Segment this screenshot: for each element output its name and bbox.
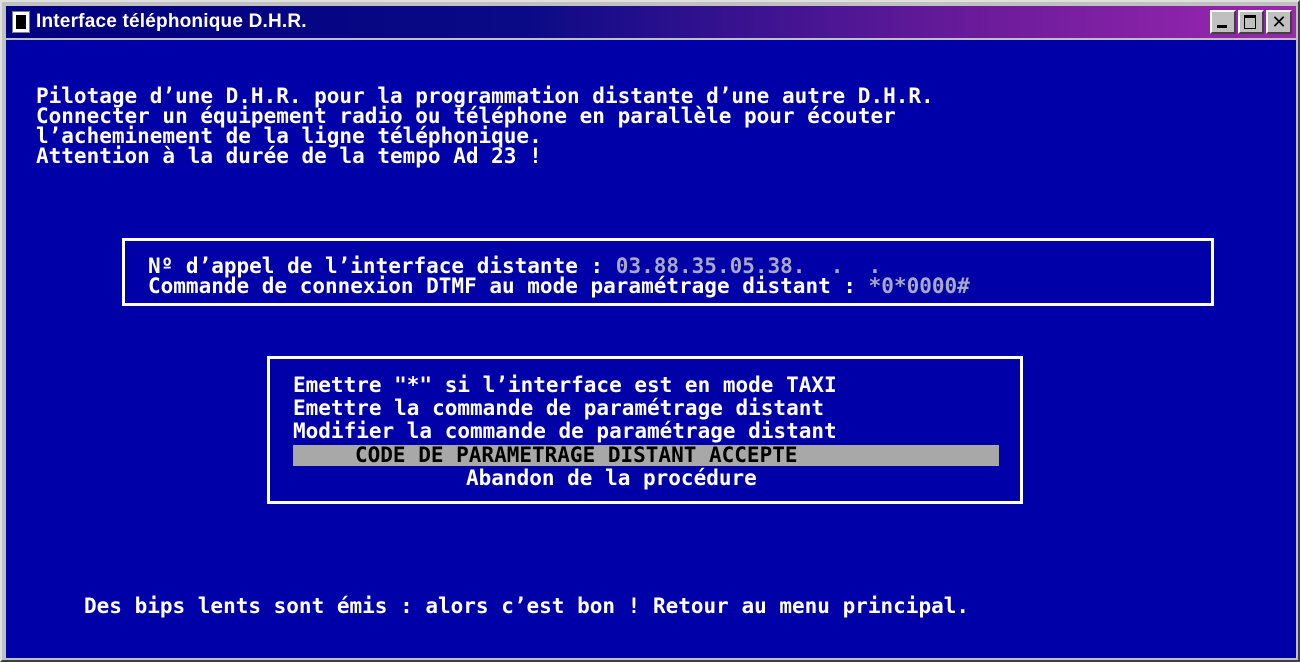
menu-item-send-remote-command[interactable]: Emettre la commande de paramétrage dista… bbox=[293, 398, 824, 419]
intro-line: Connecter un équipement radio ou télépho… bbox=[36, 104, 896, 128]
app-window: Interface téléphonique D.H.R. ✕ Pilotage… bbox=[0, 0, 1300, 662]
minimize-button[interactable] bbox=[1210, 10, 1236, 34]
menu-item-send-star[interactable]: Emettre "*" si l’interface est en mode T… bbox=[293, 375, 837, 396]
intro-line: l’acheminement de la ligne téléphonique. bbox=[36, 124, 542, 148]
console-area: Pilotage d’une D.H.R. pour la programmat… bbox=[6, 40, 1296, 658]
intro-line: Attention à la durée de la tempo Ad 23 ! bbox=[36, 144, 542, 168]
title-bar[interactable]: Interface téléphonique D.H.R. ✕ bbox=[6, 6, 1296, 38]
window-controls: ✕ bbox=[1210, 10, 1292, 34]
window-title: Interface téléphonique D.H.R. bbox=[36, 11, 307, 32]
menu-item-code-accepted[interactable]: CODE DE PARAMETRAGE DISTANT ACCEPTE bbox=[293, 445, 999, 466]
dtmf-command-label: Commande de connexion DTMF au mode param… bbox=[148, 274, 869, 298]
menu-item-label: CODE DE PARAMETRAGE DISTANT ACCEPTE bbox=[355, 443, 798, 467]
intro-line: Pilotage d’une D.H.R. pour la programmat… bbox=[36, 84, 934, 108]
menu-item-abort[interactable]: Abandon de la procédure bbox=[466, 468, 757, 489]
app-icon[interactable] bbox=[12, 11, 30, 33]
maximize-button[interactable] bbox=[1238, 10, 1264, 34]
close-button[interactable]: ✕ bbox=[1266, 10, 1292, 34]
dtmf-command-field[interactable]: *0*0000# bbox=[869, 274, 970, 298]
status-message: Des bips lents sont émis : alors c’est b… bbox=[84, 594, 970, 618]
close-icon: ✕ bbox=[1271, 11, 1287, 33]
phone-number-row: Nº d’appel de l’interface distante : 03.… bbox=[148, 256, 881, 277]
menu-item-modify-remote-command[interactable]: Modifier la commande de paramétrage dist… bbox=[293, 421, 837, 442]
dtmf-command-row: Commande de connexion DTMF au mode param… bbox=[148, 274, 970, 298]
